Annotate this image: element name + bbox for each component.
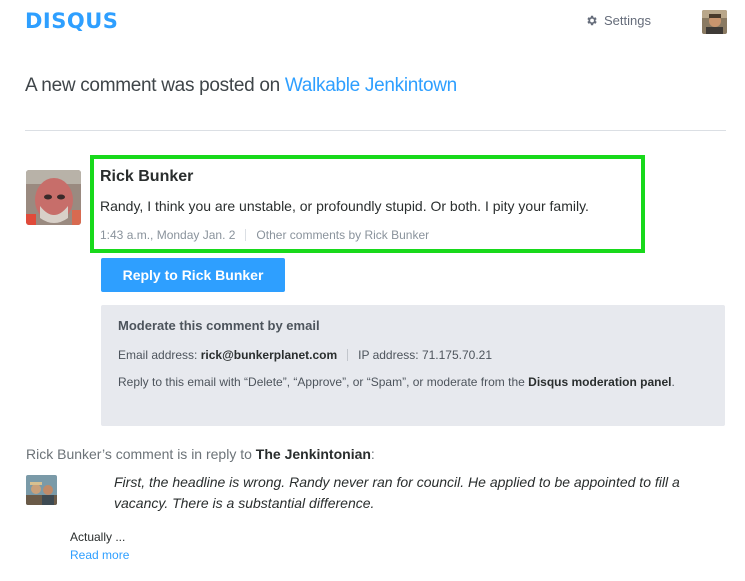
details-separator [347,349,349,361]
settings-label: Settings [604,13,651,28]
commenter-avatar[interactable] [26,170,81,225]
parent-avatar[interactable] [26,475,57,505]
moderation-instructions: Reply to this email with “Delete”, “Appr… [118,373,718,391]
other-comments-link[interactable]: Other comments by Rick Bunker [256,228,429,242]
gear-icon [587,15,597,26]
email-value: rick@bunkerplanet.com [200,348,338,362]
comment-text: Randy, I think you are unstable, or prof… [100,198,589,214]
ip-value: 71.175.70.21 [421,348,493,362]
headline-text: A new comment was posted on [25,75,280,96]
divider [25,130,726,131]
comment-author[interactable]: Rick Bunker [100,168,193,186]
parent-quote: First, the headline is wrong. Randy neve… [114,474,680,511]
read-more-link[interactable]: Read more [70,548,129,562]
reply-button[interactable]: Reply to Rick Bunker [101,258,285,292]
email-label: Email address: [118,348,198,362]
settings-link[interactable]: Settings [585,13,651,28]
ip-label: IP address: [358,348,419,362]
user-avatar[interactable] [702,10,727,34]
instructions-suffix: . [671,375,675,389]
meta-separator [245,229,247,241]
reply-prefix: Rick Bunker’s comment is in reply to [26,446,252,462]
instructions-text: Reply to this email with “Delete”, “Appr… [118,375,525,389]
moderation-panel: Moderate this comment by email Email add… [101,305,725,426]
notification-headline: A new comment was posted on Walkable Jen… [25,75,457,97]
comment-meta: 1:43 a.m., Monday Jan. 2 Other comments … [100,228,429,242]
disqus-logo[interactable]: DISQUS [25,9,118,33]
reply-suffix: : [370,446,375,462]
site-link[interactable]: Walkable Jenkintown [285,75,457,96]
moderation-details: Email address: rick@bunkerplanet.com IP … [118,348,492,362]
reply-context: Rick Bunker’s comment is in reply to The… [26,446,375,462]
moderation-panel-link[interactable]: Disqus moderation panel [528,375,671,389]
moderation-title: Moderate this comment by email [118,318,320,333]
comment-timestamp[interactable]: 1:43 a.m., Monday Jan. 2 [100,228,235,242]
parent-author[interactable]: The Jenkintonian [256,446,371,462]
parent-excerpt: Actually ... [70,530,126,544]
